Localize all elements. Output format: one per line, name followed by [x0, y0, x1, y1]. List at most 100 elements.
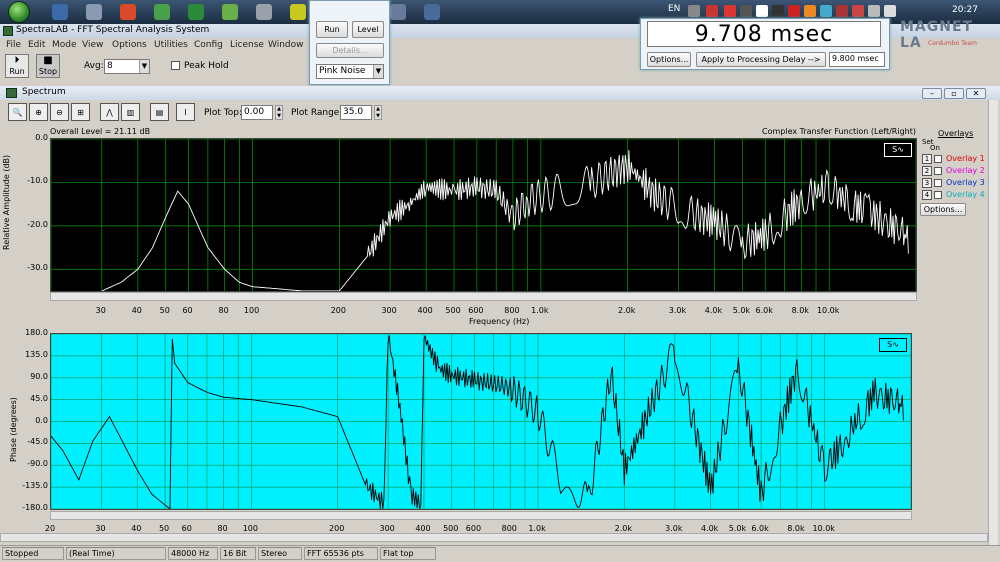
- app-shortcut-icon[interactable]: [154, 4, 170, 20]
- overlay-set-button[interactable]: 1: [922, 154, 932, 164]
- mode-label: Complex Transfer Function (Left/Right): [762, 127, 916, 136]
- language-indicator[interactable]: EN: [668, 4, 680, 14]
- x-tick-label: 6.0k: [755, 306, 773, 315]
- tray-icon[interactable]: [740, 5, 752, 17]
- app-shortcut-icon[interactable]: [86, 4, 102, 20]
- mag-horizontal-scrollbar[interactable]: [50, 292, 917, 301]
- tray-icon[interactable]: [772, 5, 784, 17]
- overlay-checkbox[interactable]: [934, 191, 942, 199]
- plot-top-spinner[interactable]: ▲ ▼: [275, 105, 283, 120]
- app-shortcut-icon[interactable]: [188, 4, 204, 20]
- menu-options[interactable]: Options: [112, 40, 147, 50]
- run-button[interactable]: ⏵ Run: [5, 54, 29, 78]
- app-shortcut-icon[interactable]: [390, 4, 406, 20]
- y-tick-label: 0.0: [35, 415, 48, 425]
- window-vertical-scrollbar[interactable]: [988, 100, 998, 545]
- menu-mode[interactable]: Mode: [52, 40, 77, 50]
- x-tick-label: 4.0k: [700, 524, 719, 533]
- tray-icon[interactable]: [852, 5, 864, 17]
- overlay-checkbox[interactable]: [934, 167, 942, 175]
- status-sample-rate: 48000 Hz: [168, 547, 218, 560]
- tray-icon[interactable]: [836, 5, 848, 17]
- magnitude-chart: S∿: [50, 138, 917, 292]
- x-tick-label: 40: [131, 524, 142, 533]
- app-shortcut-icon[interactable]: [290, 4, 306, 20]
- x-tick-label: 4.0k: [704, 306, 723, 315]
- x-tick-label: 40: [131, 306, 142, 315]
- tray-icon[interactable]: [804, 5, 816, 17]
- minimize-button[interactable]: –: [922, 88, 942, 99]
- window-horizontal-scrollbar[interactable]: [0, 533, 988, 542]
- bars-icon[interactable]: ▥: [121, 103, 140, 121]
- x-tick-label: 6.0k: [751, 524, 769, 533]
- app-shortcut-icon[interactable]: [120, 4, 136, 20]
- phase-chart: S∿: [50, 333, 912, 510]
- processing-delay-field[interactable]: 9.800 msec: [829, 52, 885, 67]
- overlay-set-button[interactable]: 2: [922, 166, 932, 176]
- app-shortcut-icon[interactable]: [424, 4, 440, 20]
- cursor-icon[interactable]: Ⅰ: [176, 103, 195, 121]
- flag-icon[interactable]: [706, 5, 718, 17]
- zoom-out-icon[interactable]: ⊖: [50, 103, 69, 121]
- peak-icon[interactable]: ⋀: [100, 103, 119, 121]
- overlay-list: 1 Overlay 1 2 Overlay 2 3 Overlay 3 4 Ov…: [922, 154, 998, 202]
- menu-view[interactable]: View: [82, 40, 103, 50]
- x-tick-label: 30: [95, 306, 106, 315]
- app-shortcut-icon[interactable]: [52, 4, 68, 20]
- volume-icon[interactable]: [884, 5, 896, 17]
- generator-run-button[interactable]: Run: [316, 21, 348, 38]
- network-icon[interactable]: [868, 5, 880, 17]
- stop-button-label: Stop: [38, 67, 58, 76]
- noise-type-select[interactable]: Pink Noise ▼: [316, 64, 384, 79]
- apply-delay-button[interactable]: Apply to Processing Delay -->: [696, 52, 826, 67]
- generator-level-button[interactable]: Level: [352, 21, 384, 38]
- status-fft-size: FFT 65536 pts: [304, 547, 378, 560]
- overlay-options-button[interactable]: Options...: [920, 203, 966, 216]
- plot-range-field[interactable]: 35.0: [340, 105, 372, 120]
- overlay-set-button[interactable]: 3: [922, 178, 932, 188]
- menu-config[interactable]: Config: [194, 40, 223, 50]
- overlay-checkbox[interactable]: [934, 179, 942, 187]
- y-tick-label: -180.0: [22, 503, 48, 512]
- menu-license[interactable]: License: [230, 40, 264, 50]
- generator-details-button[interactable]: Details...: [316, 43, 384, 58]
- app-shortcut-icon[interactable]: [256, 4, 272, 20]
- zoom-in-icon[interactable]: ⊕: [29, 103, 48, 121]
- start-button[interactable]: [2, 0, 34, 24]
- plot-top-field[interactable]: 0.00: [241, 105, 273, 120]
- close-button[interactable]: ✕: [966, 88, 986, 99]
- overlay-checkbox[interactable]: [934, 155, 942, 163]
- zoom-full-icon[interactable]: ⊞: [71, 103, 90, 121]
- tray-icon[interactable]: [724, 5, 736, 17]
- peak-hold-checkbox[interactable]: [171, 61, 180, 70]
- y-tick-label: 45.0: [30, 393, 48, 403]
- tray-icon[interactable]: [820, 5, 832, 17]
- magnitude-chart-svg: [50, 138, 917, 292]
- menu-file[interactable]: File: [6, 40, 21, 50]
- mag-y-axis-title: Relative Amplitude (dB): [2, 154, 11, 250]
- app-shortcut-icon[interactable]: [222, 4, 238, 20]
- menu-window[interactable]: Window: [268, 40, 304, 50]
- tray-icon[interactable]: [756, 5, 768, 17]
- status-mode: (Real Time): [66, 547, 166, 560]
- report-icon[interactable]: ▤: [150, 103, 169, 121]
- status-state: Stopped: [2, 547, 64, 560]
- menu-edit[interactable]: Edit: [28, 40, 45, 50]
- zoom-icon[interactable]: 🔍: [8, 103, 27, 121]
- clock[interactable]: 20:27: [952, 5, 978, 15]
- x-tick-label: 8.0k: [791, 306, 809, 315]
- plot-range-spinner[interactable]: ▲ ▼: [374, 105, 382, 120]
- analyzer-logo-icon: S∿: [884, 143, 912, 157]
- stop-button[interactable]: ■ Stop: [36, 54, 60, 78]
- phase-horizontal-scrollbar[interactable]: [50, 511, 912, 520]
- mag-x-axis-title: Frequency (Hz): [469, 317, 530, 326]
- menu-utilities[interactable]: Utilities: [154, 40, 188, 50]
- avg-select[interactable]: 8 ▼: [104, 59, 150, 74]
- tray-icon[interactable]: [788, 5, 800, 17]
- x-tick-label: 100: [242, 524, 258, 533]
- delay-options-button[interactable]: Options...: [647, 52, 691, 67]
- overlay-set-button[interactable]: 4: [922, 190, 932, 200]
- x-tick-label: 10.0k: [812, 524, 835, 533]
- tray-icon[interactable]: [688, 5, 700, 17]
- maximize-button[interactable]: ▫: [944, 88, 964, 99]
